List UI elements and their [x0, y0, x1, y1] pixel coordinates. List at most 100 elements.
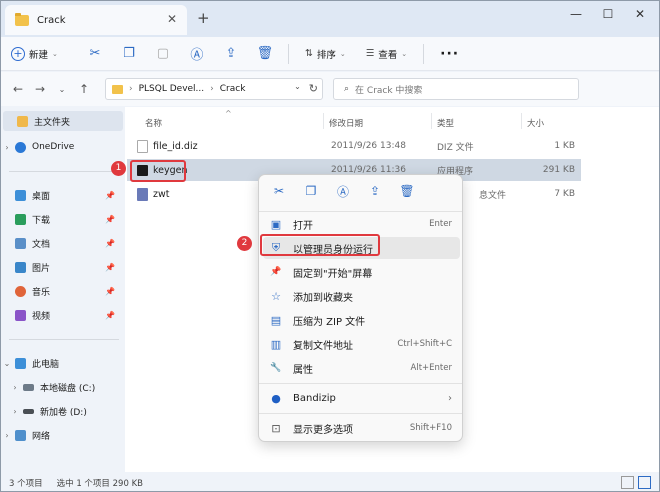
home-icon [17, 115, 28, 127]
copy-icon[interactable]: ❐ [301, 181, 321, 201]
history-chevron-icon[interactable]: ⌄ [294, 82, 301, 95]
sidebar-item-label: 本地磁盘 (C:) [40, 383, 96, 394]
cut-icon[interactable]: ✂ [84, 43, 106, 65]
cut-icon[interactable]: ✂ [269, 181, 289, 201]
sidebar-item-label: OneDrive [32, 142, 75, 152]
breadcrumb-separator-icon: › [129, 84, 133, 94]
delete-icon[interactable]: 🗑 [397, 181, 417, 201]
file-row[interactable]: file_id.diz 2011/9/26 13:48 DIZ 文件 1 KB [127, 135, 581, 157]
drive-icon [23, 383, 34, 391]
file-name: file_id.diz [153, 140, 198, 152]
tab-crack[interactable]: Crack ✕ [5, 5, 187, 35]
menu-item-label: Bandizip [293, 392, 336, 404]
details-view-icon[interactable] [621, 476, 634, 489]
breadcrumb-separator-icon: › [210, 84, 214, 94]
recent-chevron-icon[interactable]: ⌄ [51, 85, 73, 94]
menu-divider [259, 413, 462, 414]
close-button[interactable]: ✕ [629, 7, 651, 21]
sidebar-item-label: 桌面 [32, 191, 51, 202]
sidebar-item-home[interactable]: 主文件夹 [3, 111, 123, 131]
menu-item-add-favorites[interactable]: ☆ 添加到收藏夹 [263, 285, 460, 307]
expand-chevron-icon[interactable]: › [9, 407, 21, 416]
highlight-box [260, 234, 380, 256]
paste-icon[interactable]: ▢ [152, 43, 174, 65]
maximize-button[interactable]: ☐ [597, 7, 619, 21]
new-button[interactable]: + 新建 ⌄ [11, 46, 58, 61]
expand-chevron-icon[interactable]: › [1, 431, 13, 440]
search-input[interactable]: ⌕ 在 Crack 中搜索 [333, 78, 579, 100]
sidebar-item-onedrive[interactable]: › OneDrive [1, 137, 125, 157]
more-options-button[interactable]: ··· [440, 46, 459, 62]
column-header-name[interactable]: 名称 [145, 117, 162, 129]
share-icon[interactable]: ⇪ [365, 181, 385, 201]
pin-icon: 📌 [105, 214, 115, 224]
column-divider[interactable] [521, 113, 522, 129]
delete-icon[interactable]: 🗑 [254, 43, 276, 65]
expand-chevron-icon[interactable]: ⌄ [1, 359, 13, 368]
menu-item-label: 压缩为 ZIP 文件 [293, 316, 366, 328]
file-size: 291 KB [542, 165, 575, 175]
sidebar-divider [9, 339, 119, 340]
menu-item-compress-zip[interactable]: ▤ 压缩为 ZIP 文件 [263, 309, 460, 331]
sidebar-item-label: 新加卷 (D:) [40, 407, 87, 418]
tiles-view-icon[interactable] [638, 476, 651, 489]
breadcrumb-item[interactable]: Crack [220, 84, 246, 94]
rename-icon[interactable]: Ⓐ [333, 181, 353, 201]
tab-close-icon[interactable]: ✕ [165, 12, 179, 26]
pin-icon: 📌 [105, 190, 115, 200]
sidebar-item-documents[interactable]: 文档 📌 [1, 233, 125, 253]
sidebar-item-desktop[interactable]: 桌面 📌 [1, 185, 125, 205]
menu-item-label: 复制文件地址 [293, 340, 353, 352]
refresh-icon[interactable]: ↻ [309, 82, 318, 95]
sidebar-item-pictures[interactable]: 图片 📌 [1, 257, 125, 277]
chevron-down-icon: ⌄ [52, 49, 58, 58]
toolbar-divider [287, 43, 289, 64]
star-icon: ☆ [271, 289, 281, 303]
menu-item-properties[interactable]: 🔧 属性 Alt+Enter [263, 357, 460, 379]
column-divider[interactable] [431, 113, 432, 129]
highlight-box [130, 160, 186, 182]
copy-icon[interactable]: ❐ [118, 43, 140, 65]
network-icon [15, 429, 26, 441]
share-icon[interactable]: ⇪ [220, 43, 242, 65]
menu-item-open[interactable]: ▣ 打开 Enter [263, 213, 460, 235]
view-button[interactable]: ☰ 查看 ⌄ [366, 47, 407, 61]
download-icon [15, 213, 26, 225]
wrench-icon: 🔧 [270, 363, 282, 373]
up-arrow-icon[interactable]: ↑ [73, 82, 95, 96]
sort-label: 排序 [316, 49, 336, 61]
address-bar[interactable]: › PLSQL Devel... › Crack ⌄ ↻ [105, 78, 323, 100]
back-arrow-icon[interactable]: ← [7, 82, 29, 96]
breadcrumb-item[interactable]: PLSQL Devel... [139, 84, 205, 94]
context-menu: ✂ ❐ Ⓐ ⇪ 🗑 ▣ 打开 Enter ⛨ 以管理员身份运行 📌 固定到"开始… [258, 174, 463, 442]
expand-chevron-icon[interactable]: › [1, 143, 13, 152]
sidebar-item-music[interactable]: 音乐 📌 [1, 281, 125, 301]
sort-button[interactable]: ⇅ 排序 ⌄ [305, 47, 346, 61]
new-tab-button[interactable]: + [197, 9, 210, 27]
sidebar-item-network[interactable]: › 网络 [1, 425, 125, 445]
sort-arrow-icon: ^ [225, 109, 232, 118]
expand-chevron-icon[interactable]: › [9, 383, 21, 392]
sidebar-item-label: 主文件夹 [34, 117, 71, 128]
menu-divider [259, 211, 462, 212]
menu-item-bandizip[interactable]: ● Bandizip › [263, 387, 460, 409]
music-icon [15, 285, 26, 297]
menu-item-shortcut: Alt+Enter [410, 363, 452, 373]
sidebar-item-downloads[interactable]: 下载 📌 [1, 209, 125, 229]
column-header-date[interactable]: 修改日期 [329, 117, 363, 129]
rename-icon[interactable]: Ⓐ [186, 43, 208, 65]
column-divider[interactable] [323, 113, 324, 129]
menu-item-show-more-options[interactable]: ⊡ 显示更多选项 Shift+F10 [263, 417, 460, 439]
forward-arrow-icon[interactable]: → [29, 82, 51, 96]
column-header-size[interactable]: 大小 [527, 117, 544, 129]
sidebar-item-videos[interactable]: 视频 📌 [1, 305, 125, 325]
step-badge: 2 [237, 236, 252, 251]
sidebar-item-drive-c[interactable]: › 本地磁盘 (C:) [1, 377, 125, 397]
column-header-type[interactable]: 类型 [437, 117, 454, 129]
sidebar-item-this-pc[interactable]: ⌄ 此电脑 [1, 353, 125, 373]
minimize-button[interactable]: — [565, 7, 587, 21]
sidebar-item-drive-d[interactable]: › 新加卷 (D:) [1, 401, 125, 421]
menu-item-pin-to-start[interactable]: 📌 固定到"开始"屏幕 [263, 261, 460, 283]
menu-item-copy-path[interactable]: ▥ 复制文件地址 Ctrl+Shift+C [263, 333, 460, 355]
documents-icon [15, 237, 26, 249]
